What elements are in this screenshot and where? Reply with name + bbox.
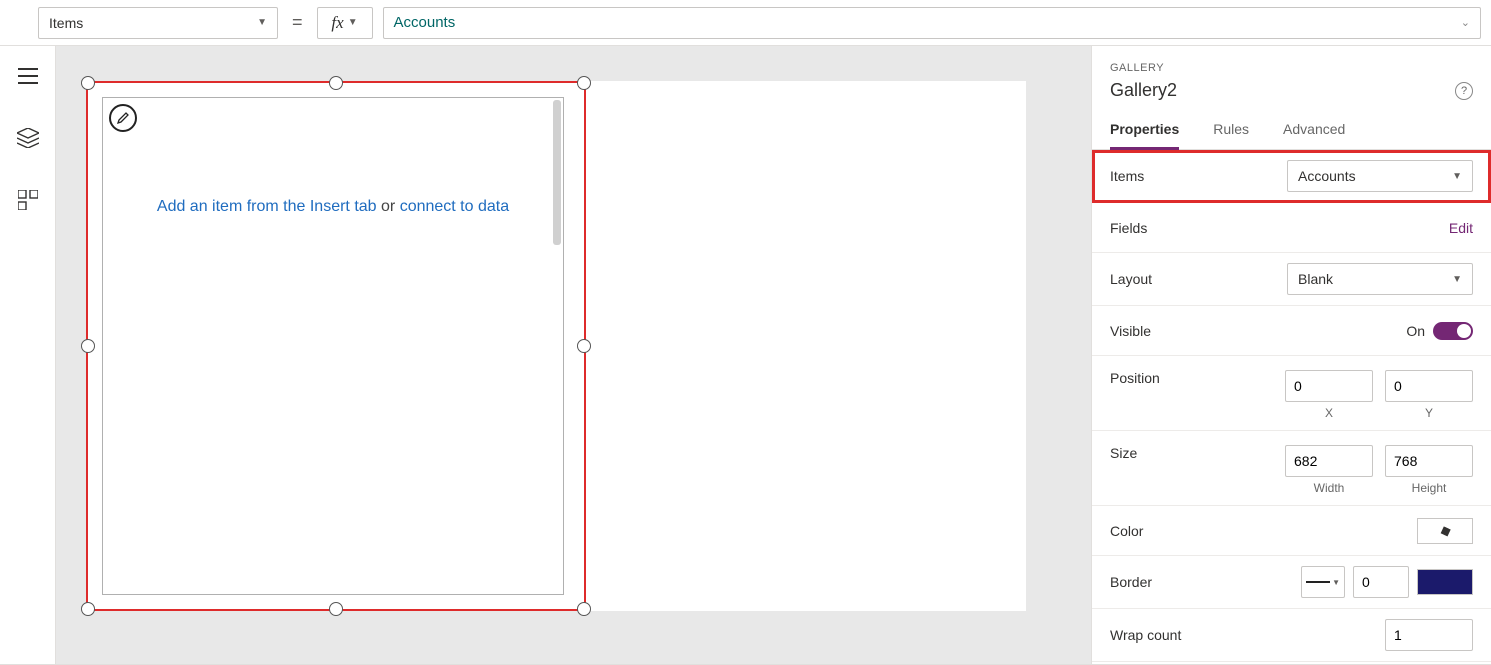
border-line-icon: [1306, 581, 1330, 583]
properties-pane: GALLERY Gallery2 ? Properties Rules Adva…: [1091, 46, 1491, 664]
insert-link[interactable]: Add an item from the Insert tab: [157, 198, 377, 215]
size-width-sublabel: Width: [1314, 481, 1345, 495]
wrap-count-input[interactable]: [1385, 619, 1473, 651]
visible-state-label: On: [1406, 323, 1425, 339]
pane-header: GALLERY Gallery2 ?: [1092, 46, 1491, 101]
position-y-sublabel: Y: [1425, 406, 1433, 420]
resize-handle[interactable]: [577, 602, 591, 616]
resize-handle[interactable]: [329, 76, 343, 90]
prop-color-label: Color: [1110, 523, 1143, 539]
formula-bar: Items ▼ = fx ▼ Accounts ⌄: [0, 0, 1491, 46]
selection-outline[interactable]: Add an item from the Insert tab or conne…: [86, 81, 586, 611]
canvas[interactable]: Add an item from the Insert tab or conne…: [56, 46, 1091, 664]
resize-handle[interactable]: [81, 76, 95, 90]
prop-layout-label: Layout: [1110, 271, 1152, 287]
formula-text: Accounts: [394, 14, 456, 31]
prop-wrap-label: Wrap count: [1110, 627, 1181, 643]
fx-button[interactable]: fx ▼: [317, 7, 373, 39]
tab-rules[interactable]: Rules: [1213, 121, 1249, 149]
resize-handle[interactable]: [329, 602, 343, 616]
gallery-placeholder: Add an item from the Insert tab or conne…: [103, 198, 563, 216]
fields-edit-link[interactable]: Edit: [1449, 220, 1473, 236]
fx-icon: fx: [331, 13, 343, 33]
chevron-down-icon: ▼: [257, 17, 267, 28]
prop-size-row: Size Width Height: [1092, 431, 1491, 506]
border-style-dropdown[interactable]: ▼: [1301, 566, 1345, 598]
position-x-input[interactable]: [1285, 370, 1373, 402]
help-icon[interactable]: ?: [1455, 82, 1473, 100]
chevron-down-icon: ⌄: [1461, 16, 1470, 29]
resize-handle[interactable]: [577, 339, 591, 353]
edit-icon[interactable]: [109, 104, 137, 132]
connect-data-link[interactable]: connect to data: [400, 198, 509, 215]
size-width-input[interactable]: [1285, 445, 1373, 477]
visible-toggle[interactable]: [1433, 322, 1473, 340]
prop-fields-label: Fields: [1110, 220, 1147, 236]
prop-size-label: Size: [1110, 445, 1137, 461]
property-selector[interactable]: Items ▼: [38, 7, 278, 39]
hamburger-icon[interactable]: [16, 64, 40, 88]
pane-tabs: Properties Rules Advanced: [1092, 101, 1491, 150]
size-height-sublabel: Height: [1412, 481, 1447, 495]
prop-fields-row: Fields Edit: [1092, 203, 1491, 253]
prop-items-row: Items Accounts ▼: [1092, 150, 1491, 203]
prop-layout-row: Layout Blank ▼: [1092, 253, 1491, 306]
prop-border-label: Border: [1110, 574, 1152, 590]
components-icon[interactable]: [16, 188, 40, 212]
items-dropdown[interactable]: Accounts ▼: [1287, 160, 1473, 192]
color-picker[interactable]: ◆: [1417, 518, 1473, 544]
layout-dropdown[interactable]: Blank ▼: [1287, 263, 1473, 295]
control-name[interactable]: Gallery2: [1110, 80, 1177, 101]
resize-handle[interactable]: [577, 76, 591, 90]
prop-visible-row: Visible On: [1092, 306, 1491, 356]
formula-input[interactable]: Accounts ⌄: [383, 7, 1481, 39]
prop-items-label: Items: [1110, 168, 1144, 184]
chevron-down-icon: ▼: [1452, 171, 1462, 182]
border-color-picker[interactable]: [1417, 569, 1473, 595]
equals-sign: =: [288, 12, 307, 33]
chevron-down-icon: ▼: [1332, 578, 1340, 587]
gallery-control[interactable]: Add an item from the Insert tab or conne…: [102, 97, 564, 595]
property-selector-label: Items: [49, 15, 83, 31]
position-y-input[interactable]: [1385, 370, 1473, 402]
prop-border-row: Border ▼: [1092, 556, 1491, 609]
resize-handle[interactable]: [81, 602, 95, 616]
tab-advanced[interactable]: Advanced: [1283, 121, 1345, 149]
paint-bucket-icon: ◆: [1437, 521, 1453, 541]
prop-position-row: Position X Y: [1092, 356, 1491, 431]
border-width-input[interactable]: [1353, 566, 1409, 598]
size-height-input[interactable]: [1385, 445, 1473, 477]
tab-properties[interactable]: Properties: [1110, 121, 1179, 150]
resize-handle[interactable]: [81, 339, 95, 353]
left-rail: [0, 46, 56, 664]
scrollbar-thumb[interactable]: [553, 100, 561, 245]
prop-color-row: Color ◆: [1092, 506, 1491, 556]
control-type-label: GALLERY: [1110, 62, 1473, 74]
chevron-down-icon: ▼: [348, 17, 358, 28]
prop-position-label: Position: [1110, 370, 1160, 386]
prop-visible-label: Visible: [1110, 323, 1151, 339]
layers-icon[interactable]: [16, 126, 40, 150]
prop-wrap-row: Wrap count: [1092, 609, 1491, 662]
artboard[interactable]: Add an item from the Insert tab or conne…: [86, 81, 1026, 611]
position-x-sublabel: X: [1325, 406, 1333, 420]
chevron-down-icon: ▼: [1452, 274, 1462, 285]
